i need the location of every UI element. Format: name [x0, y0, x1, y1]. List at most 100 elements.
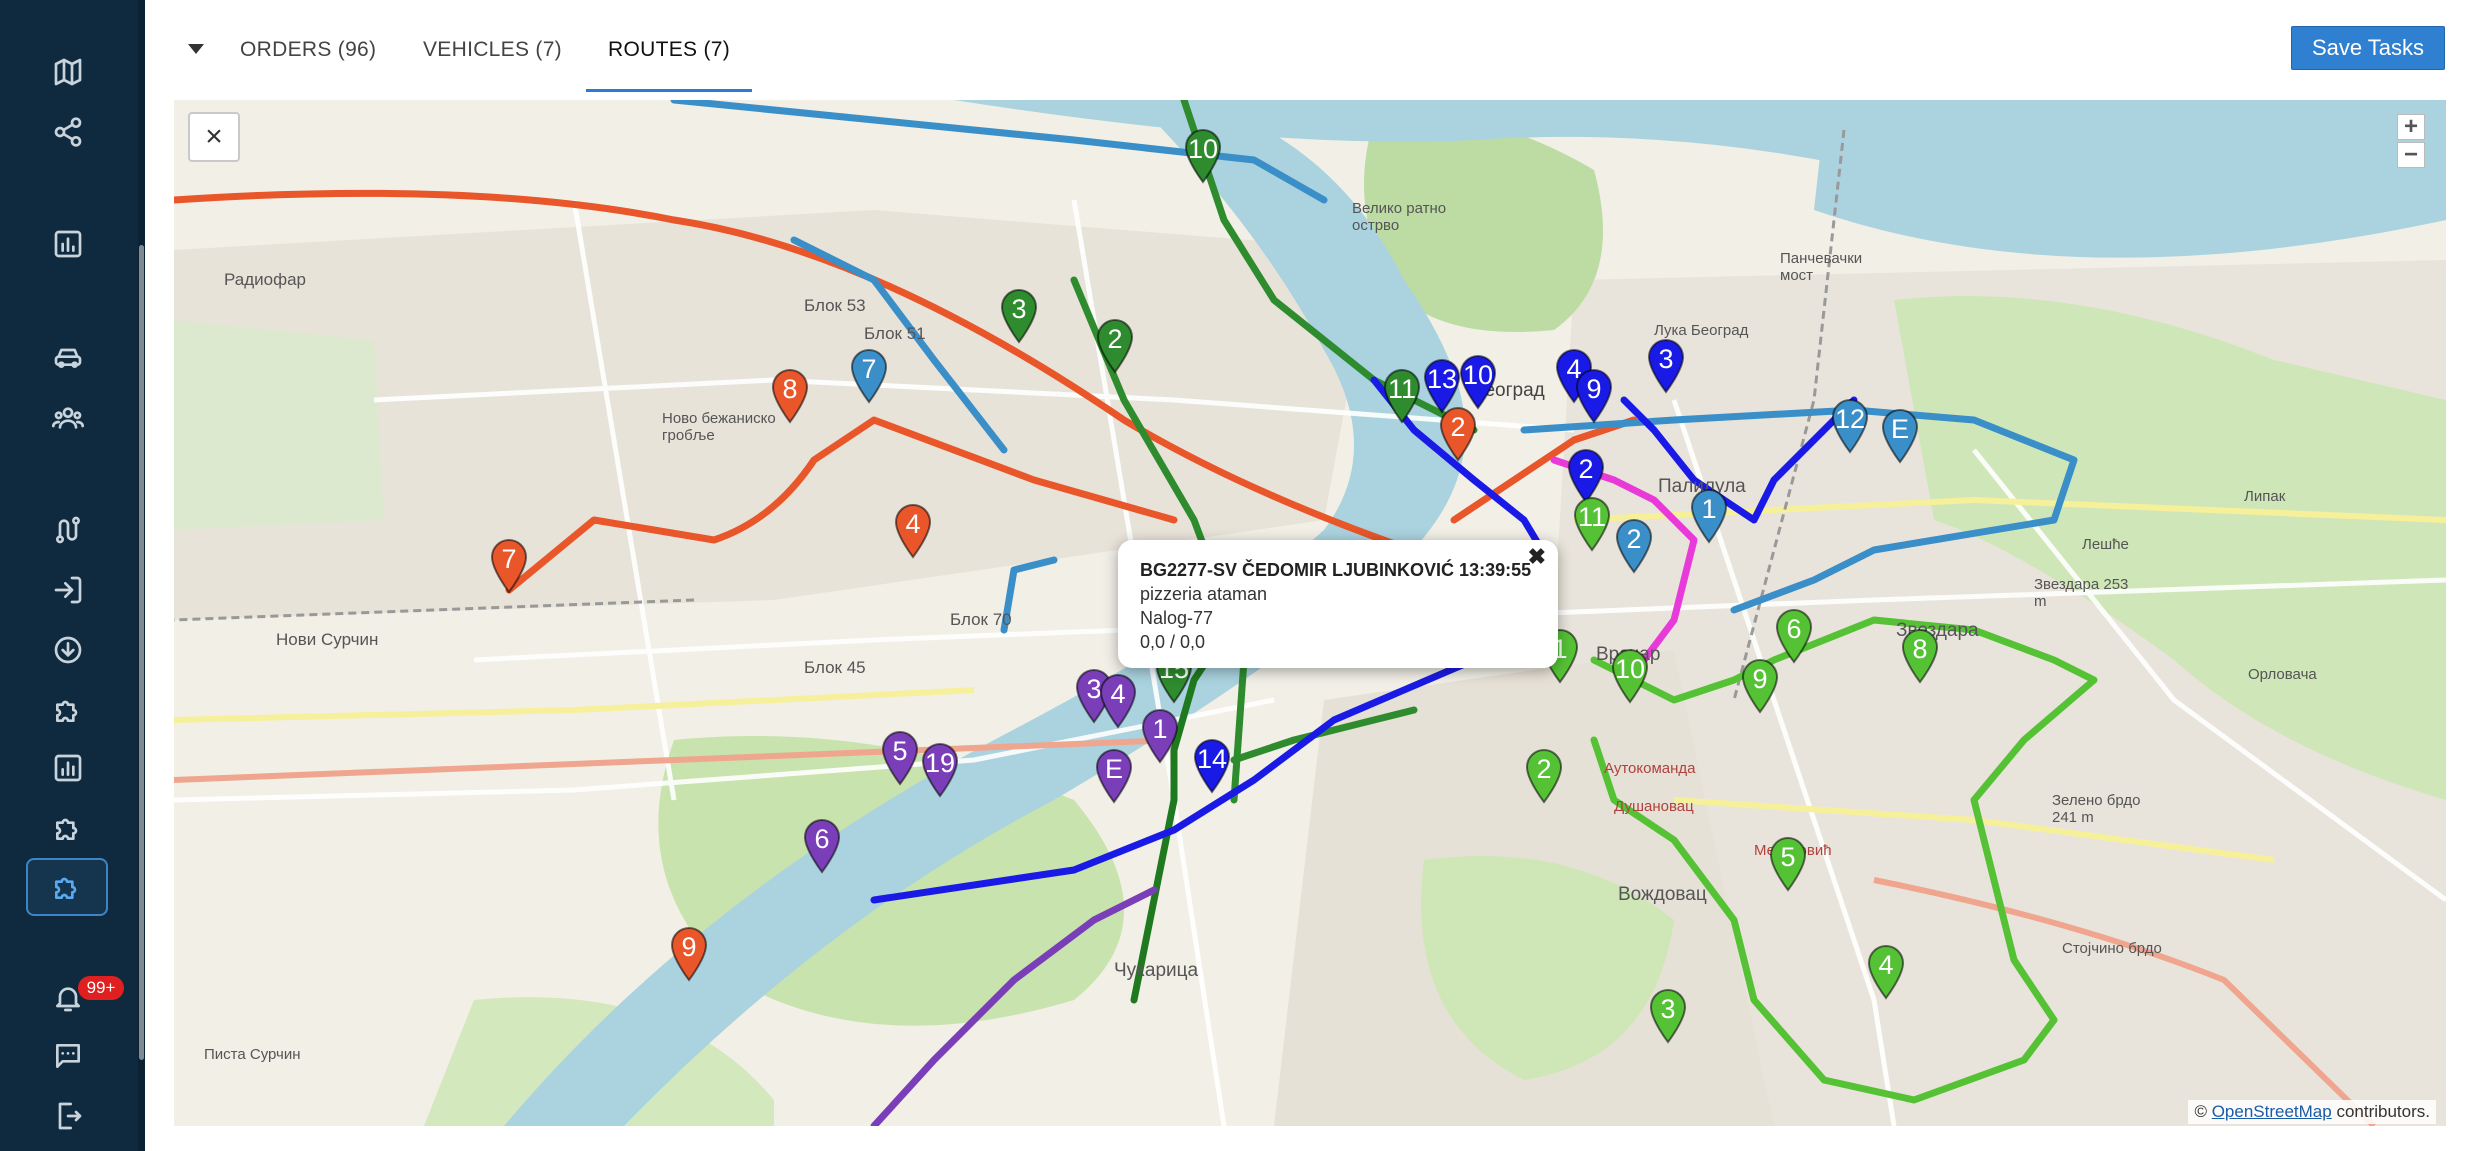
route-icon[interactable] — [46, 508, 90, 552]
map-label: Нови Сурчин — [276, 630, 379, 649]
map-marker-icon[interactable]: 3 — [1646, 338, 1686, 394]
map-marker-icon[interactable]: 3 — [999, 288, 1039, 344]
users-icon[interactable] — [46, 396, 90, 440]
map-icon[interactable] — [46, 50, 90, 94]
map-label: Липак — [2244, 488, 2286, 505]
map-marker-icon[interactable]: 9 — [1574, 368, 1614, 424]
chart-icon[interactable] — [46, 222, 90, 266]
car-icon[interactable] — [46, 336, 90, 380]
map-label: Аутокоманда — [1604, 760, 1696, 777]
map-marker-icon[interactable]: 1 — [1140, 708, 1180, 764]
marker-number: 9 — [1586, 374, 1602, 404]
marker-number: 7 — [861, 354, 877, 384]
marker-number: 12 — [1834, 404, 1866, 434]
popup-title: BG2277-SV ČEDOMIR LJUBINKOVIĆ 13:39:55 — [1140, 560, 1532, 580]
marker-number: 11 — [1577, 502, 1607, 532]
popup-load: 0,0 / 0,0 — [1140, 632, 1206, 652]
marker-number: 6 — [1786, 614, 1802, 644]
map-marker-icon[interactable]: 9 — [1740, 658, 1780, 714]
save-tasks-button[interactable]: Save Tasks — [2291, 26, 2445, 70]
map-marker-icon[interactable]: 11 — [1382, 368, 1422, 424]
map-marker-icon[interactable]: 4 — [1098, 673, 1138, 729]
map-label: Велико ратно острво — [1352, 200, 1447, 234]
login-icon[interactable] — [46, 568, 90, 612]
map-marker-icon[interactable]: 13 — [1422, 358, 1462, 414]
map-label: Орловача — [2248, 666, 2317, 683]
map-marker-icon[interactable]: 7 — [849, 348, 889, 404]
tab-routes[interactable]: ROUTES (7) — [608, 38, 730, 62]
marker-number: 2 — [1578, 454, 1594, 484]
route-map[interactable]: Радиофар Нови Сурчин Блок 53 Блок 51 Бло… — [174, 100, 2446, 1126]
logout-icon[interactable] — [46, 1094, 90, 1138]
map-label: Писта Сурчин — [204, 1046, 301, 1063]
map-marker-icon[interactable]: 10 — [1458, 354, 1498, 410]
chevron-down-icon[interactable] — [188, 44, 204, 54]
marker-number: 13 — [1426, 364, 1458, 394]
report-icon[interactable] — [46, 746, 90, 790]
map-marker-icon[interactable]: 10 — [1610, 648, 1650, 704]
map-marker-icon[interactable]: 3 — [1648, 988, 1688, 1044]
map-marker-icon[interactable]: 7 — [489, 538, 529, 594]
map-marker-icon[interactable]: 2 — [1438, 406, 1478, 462]
map-marker-icon[interactable]: E — [1880, 408, 1920, 464]
marker-number: 3 — [1660, 994, 1676, 1024]
map-label: Лука Београд — [1654, 322, 1749, 339]
map-marker-icon[interactable]: 4 — [893, 503, 933, 559]
sidebar: 99+ — [0, 0, 145, 1151]
map-label: Блок 53 — [804, 296, 866, 315]
map-marker-icon[interactable]: 8 — [770, 368, 810, 424]
map-marker-icon[interactable]: 11 — [1572, 496, 1612, 552]
marker-number: 14 — [1196, 744, 1228, 774]
tab-orders[interactable]: ORDERS (96) — [240, 38, 376, 62]
map-marker-icon[interactable]: 2 — [1524, 748, 1564, 804]
popup-location: pizzeria ataman — [1140, 584, 1268, 604]
map-marker-icon[interactable]: 14 — [1192, 738, 1232, 794]
puzzle-active-icon[interactable] — [26, 858, 108, 916]
marker-number: 5 — [892, 736, 908, 766]
map-marker-icon[interactable]: 2 — [1614, 518, 1654, 574]
marker-number: 9 — [1752, 664, 1768, 694]
map-marker-icon[interactable]: 6 — [802, 818, 842, 874]
zoom-in-button[interactable]: + — [2397, 114, 2425, 140]
chat-icon[interactable] — [46, 1034, 90, 1078]
map-label: Вождовац — [1618, 884, 1707, 905]
map-label: Стојчино брдо — [2062, 940, 2162, 957]
marker-number: 6 — [814, 824, 830, 854]
marker-number: 1 — [1152, 714, 1168, 744]
close-icon: × — [205, 120, 223, 153]
map-marker-icon[interactable]: 1 — [1689, 488, 1729, 544]
osm-link[interactable]: OpenStreetMap — [2212, 1102, 2332, 1121]
map-label: Блок 45 — [804, 658, 866, 677]
marker-number: 4 — [1110, 679, 1126, 709]
sidebar-scrollbar-thumb[interactable] — [139, 245, 144, 1060]
puzzle-icon[interactable] — [46, 688, 90, 732]
marker-number: 10 — [1462, 360, 1494, 390]
marker-number: 2 — [1107, 324, 1123, 354]
map-marker-icon[interactable]: E — [1094, 748, 1134, 804]
marker-number: 10 — [1187, 134, 1219, 164]
map-marker-icon[interactable]: 19 — [920, 742, 960, 798]
map-marker-icon[interactable]: 5 — [880, 730, 920, 786]
download-icon[interactable] — [46, 628, 90, 672]
map-marker-icon[interactable]: 4 — [1866, 944, 1906, 1000]
map-marker-icon[interactable]: 2 — [1095, 318, 1135, 374]
zoom-out-button[interactable]: − — [2397, 142, 2425, 168]
map-marker-icon[interactable]: 12 — [1830, 398, 1870, 454]
marker-number: E — [1104, 754, 1123, 784]
puzzle-icon-2[interactable] — [46, 806, 90, 850]
map-label: Блок 51 — [864, 324, 926, 343]
share-icon[interactable] — [46, 110, 90, 154]
map-label: Панчевачки мост — [1780, 250, 1863, 284]
tab-vehicles[interactable]: VEHICLES (7) — [423, 38, 562, 62]
marker-number: 1 — [1701, 494, 1717, 524]
map-marker-icon[interactable]: 9 — [669, 926, 709, 982]
map-marker-icon[interactable]: 6 — [1774, 608, 1814, 664]
map-attribution: © OpenStreetMap contributors. — [2188, 1100, 2436, 1124]
marker-number: 3 — [1658, 344, 1674, 374]
popup-close-icon[interactable]: ✖ — [1528, 544, 1546, 570]
map-marker-icon[interactable]: 10 — [1183, 128, 1223, 184]
map-marker-icon[interactable]: 8 — [1900, 628, 1940, 684]
map-marker-icon[interactable]: 5 — [1768, 836, 1808, 892]
map-label: Душановац — [1614, 798, 1694, 815]
close-map-button[interactable]: × — [188, 112, 240, 162]
